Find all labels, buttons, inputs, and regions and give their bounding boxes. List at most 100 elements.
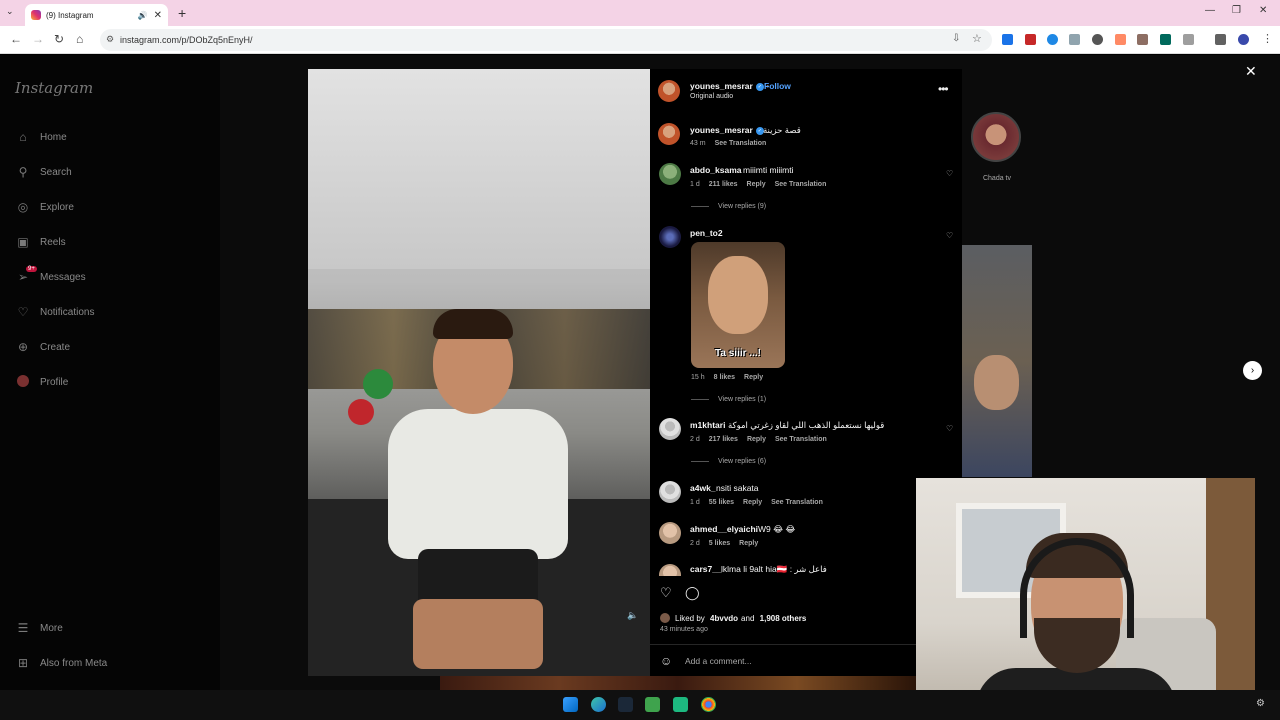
comment-username[interactable]: abdo_ksama (690, 165, 742, 175)
story-username[interactable]: Chada tv (972, 175, 1022, 182)
reply-button[interactable]: Reply (744, 374, 763, 381)
volume-icon[interactable]: 🔈 (627, 610, 638, 621)
new-tab-plus-icon[interactable]: + (178, 5, 186, 21)
home-browser-icon[interactable]: ⌂ (76, 32, 83, 46)
chrome-browser-icon[interactable] (701, 697, 716, 712)
commenter-avatar[interactable] (659, 163, 681, 185)
site-info-icon[interactable]: ⚙ (106, 34, 114, 45)
see-translation-link[interactable]: See Translation (715, 140, 767, 147)
like-comment-heart-icon[interactable]: ♡ (946, 424, 953, 433)
install-app-icon[interactable]: ⇩ (952, 33, 960, 44)
edge-browser-icon[interactable] (591, 697, 606, 712)
sidebar-item-reels[interactable]: ▣ Reels (15, 232, 65, 252)
settings-gear-icon[interactable]: ⚙ (1256, 698, 1265, 709)
like-heart-icon[interactable]: ♡ (660, 585, 672, 601)
add-comment-input[interactable]: Add a comment... (685, 656, 752, 666)
see-translation-link[interactable]: See Translation (775, 181, 827, 188)
tab-audio-icon[interactable]: 🔊 (138, 11, 148, 20)
like-comment-heart-icon[interactable]: ♡ (946, 169, 953, 178)
reply-button[interactable]: Reply (747, 181, 766, 188)
tab-search-chevron-icon[interactable]: ⌄ (6, 6, 14, 17)
extension-7-icon[interactable] (1137, 34, 1148, 45)
caption-author[interactable]: younes_mesrar ✓ (690, 125, 764, 135)
liked-by-username[interactable]: 4bvvdo (710, 614, 738, 623)
sidebar-item-create[interactable]: ⊕ Create (15, 337, 70, 357)
close-icon[interactable]: ✕ (1245, 63, 1257, 80)
windows-start-icon[interactable] (563, 697, 578, 712)
forward-arrow-icon[interactable]: → (32, 32, 44, 46)
close-window-icon[interactable]: ✕ (1259, 5, 1267, 16)
instagram-logo[interactable]: Instagram (15, 79, 93, 97)
reply-button[interactable]: Reply (739, 540, 758, 547)
sidebar-item-also-from-meta[interactable]: ⊞ Also from Meta (15, 653, 107, 673)
extension-2-icon[interactable] (1025, 34, 1036, 45)
sidebar-item-notifications[interactable]: ♡ Notifications (15, 302, 95, 322)
reply-button[interactable]: Reply (743, 499, 762, 506)
sidebar-item-label: Also from Meta (40, 657, 108, 669)
view-replies-button[interactable]: View replies (1) (691, 396, 766, 403)
extension-6-icon[interactable] (1115, 34, 1126, 45)
emoji-icon[interactable]: ☺ (660, 654, 672, 668)
next-post-chevron-icon[interactable]: › (1243, 361, 1262, 380)
comment-username[interactable]: pen_to2 (690, 228, 723, 238)
comment-likes[interactable]: 55 likes (709, 499, 734, 506)
next-post-preview[interactable] (962, 245, 1032, 477)
sidebar-item-messages[interactable]: ➢ 9+ Messages (15, 266, 86, 287)
bookmark-star-icon[interactable]: ☆ (972, 32, 982, 45)
steam-icon[interactable] (618, 697, 633, 712)
sidebar-item-more[interactable]: ☰ More (15, 618, 63, 638)
sidebar-item-explore[interactable]: ◎ Explore (15, 197, 74, 217)
comment-username[interactable]: cars7__ (690, 564, 722, 574)
comment-likes[interactable]: 5 likes (709, 540, 730, 547)
commenter-avatar[interactable] (659, 226, 681, 248)
likes-summary[interactable]: Liked by 4bvvdo and 1,908 others (660, 613, 809, 623)
like-comment-heart-icon[interactable]: ♡ (946, 231, 953, 240)
profile-avatar-icon[interactable] (1238, 34, 1249, 45)
sidebar-item-profile[interactable]: Profile (15, 372, 68, 392)
comment-username[interactable]: a4wk_ (690, 483, 716, 493)
comment-username[interactable]: ahmed__elyaichi (690, 524, 758, 534)
reload-icon[interactable]: ↻ (54, 32, 64, 46)
comment-bubble-icon[interactable]: ◯ (685, 585, 700, 601)
author-avatar[interactable] (658, 80, 680, 102)
comment-likes[interactable]: 217 likes (709, 436, 738, 443)
see-translation-link[interactable]: See Translation (775, 436, 827, 443)
comment-likes[interactable]: 8 likes (714, 374, 735, 381)
author-username[interactable]: younes_mesrar ✓ • (690, 81, 769, 91)
comment-username[interactable]: m1khtari (690, 420, 725, 430)
likes-others-link[interactable]: 1,908 others (760, 614, 807, 623)
address-bar[interactable]: ⚙ instagram.com/p/DObZq5nEnyH/ ⇩ ☆ (100, 29, 992, 51)
caption-author-avatar[interactable] (658, 123, 680, 145)
reply-button[interactable]: Reply (747, 436, 766, 443)
extension-8-icon[interactable] (1160, 34, 1171, 45)
extensions-puzzle-icon[interactable] (1183, 34, 1194, 45)
sidebar-item-search[interactable]: ⚲ Search (15, 162, 72, 182)
comment-likes[interactable]: 211 likes (709, 181, 738, 188)
commenter-avatar[interactable] (659, 418, 681, 440)
extension-3-icon[interactable] (1047, 34, 1058, 45)
view-replies-button[interactable]: View replies (9) (691, 203, 766, 210)
story-avatar[interactable] (971, 112, 1021, 162)
minimize-window-icon[interactable]: — (1205, 5, 1215, 16)
see-translation-link[interactable]: See Translation (771, 499, 823, 506)
commenter-avatar[interactable] (659, 522, 681, 544)
follow-button[interactable]: Follow (764, 81, 791, 91)
tab-close-icon[interactable]: ✕ (154, 10, 162, 21)
sidebar-toggle-icon[interactable] (1215, 34, 1226, 45)
original-audio-link[interactable]: Original audio (690, 93, 733, 100)
sidebar-item-home[interactable]: ⌂ Home (15, 127, 66, 147)
commenter-avatar[interactable] (659, 564, 681, 576)
back-arrow-icon[interactable]: ← (10, 32, 22, 46)
commenter-avatar[interactable] (659, 481, 681, 503)
chat-app-icon[interactable] (673, 697, 688, 712)
maximize-window-icon[interactable]: ❐ (1232, 5, 1241, 16)
extension-1-icon[interactable] (1002, 34, 1013, 45)
browser-tab-instagram[interactable]: (9) Instagram 🔊 ✕ (25, 4, 168, 26)
view-replies-button[interactable]: View replies (6) (691, 458, 766, 465)
more-options-icon[interactable]: ••• (938, 82, 949, 96)
extension-4-icon[interactable] (1069, 34, 1080, 45)
file-app-icon[interactable] (645, 697, 660, 712)
extension-5-icon[interactable] (1092, 34, 1103, 45)
browser-menu-icon[interactable]: ⋮ (1262, 32, 1273, 45)
reel-video[interactable] (308, 69, 650, 676)
